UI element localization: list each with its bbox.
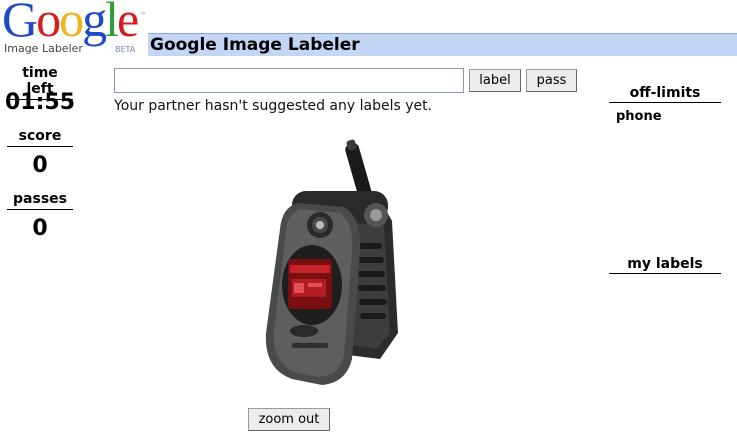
trademark-mark: ™ [140,12,146,19]
time-left-value: 01:55 [4,90,76,115]
partner-status-message: Your partner hasn't suggested any labels… [114,98,433,114]
passes-label: passes [7,191,73,210]
google-wordmark: Google [2,0,139,47]
my-labels-heading: my labels [609,256,721,274]
beta-badge: BETA [115,45,136,54]
title-bar: Google Image Labeler [148,33,737,56]
score-label: score [7,128,73,147]
off-limits-heading: off-limits [609,85,721,103]
score-value: 0 [32,153,48,178]
image-to-label [252,133,408,389]
off-limits-word: phone [616,109,662,124]
flip-phone-image [265,139,398,385]
label-button[interactable]: label [469,69,521,92]
google-image-labeler-logo: Google ™ Image Labeler BETA [2,0,148,58]
zoom-out-button[interactable]: zoom out [248,408,330,431]
my-labels-list [609,278,721,378]
logo-subtitle: Image Labeler [4,42,83,55]
passes-value: 0 [32,216,48,241]
pass-button[interactable]: pass [526,69,577,92]
page-title: Google Image Labeler [150,35,360,55]
label-input[interactable] [114,68,464,93]
